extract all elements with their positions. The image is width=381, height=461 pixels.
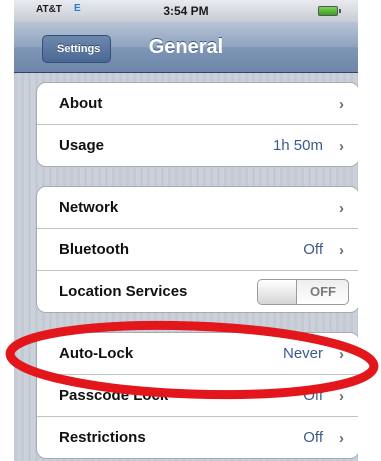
- row-restrictions[interactable]: Restrictions Off ›: [37, 417, 358, 458]
- toggle-knob[interactable]: [258, 280, 297, 304]
- settings-group-1: About › Usage 1h 50m ›: [36, 82, 358, 167]
- row-label: Auto-Lock: [59, 345, 134, 362]
- settings-group-3: Auto-Lock Never › Passcode Lock Off › Re…: [36, 332, 358, 459]
- row-value: 1h 50m: [272, 137, 323, 154]
- row-label: Restrictions: [59, 429, 146, 446]
- row-network[interactable]: Network ›: [37, 187, 358, 229]
- chevron-right-icon: ›: [339, 388, 344, 405]
- chevron-right-icon: ›: [339, 430, 344, 447]
- battery-icon: [318, 6, 341, 16]
- row-label: Network: [59, 199, 119, 216]
- settings-group-2: Network › Bluetooth Off › Location Servi…: [36, 186, 358, 313]
- row-label: About: [59, 95, 103, 112]
- row-value: Off: [303, 429, 323, 446]
- chevron-right-icon: ›: [339, 138, 344, 155]
- row-label: Usage: [59, 137, 105, 154]
- row-usage[interactable]: Usage 1h 50m ›: [37, 125, 358, 166]
- row-about[interactable]: About ›: [37, 83, 358, 125]
- toggle-state: OFF: [310, 284, 336, 299]
- row-location-services: Location Services OFF: [37, 271, 358, 312]
- row-value: Off: [303, 241, 323, 258]
- row-label: Location Services: [59, 283, 188, 300]
- row-value: Never: [282, 345, 323, 362]
- row-passcode-lock[interactable]: Passcode Lock Off ›: [37, 375, 358, 417]
- row-bluetooth[interactable]: Bluetooth Off ›: [37, 229, 358, 271]
- chevron-right-icon: ›: [339, 96, 344, 113]
- navigation-bar: Settings General: [14, 22, 358, 73]
- row-label: Passcode Lock: [59, 387, 169, 404]
- row-label: Bluetooth: [59, 241, 129, 258]
- chevron-right-icon: ›: [339, 242, 344, 259]
- chevron-right-icon: ›: [339, 200, 344, 217]
- status-bar: AT&T E 3:54 PM: [14, 0, 358, 22]
- row-auto-lock[interactable]: Auto-Lock Never ›: [37, 333, 358, 375]
- row-value: Off: [303, 387, 323, 404]
- page-title: General: [148, 36, 224, 58]
- chevron-right-icon: ›: [339, 346, 344, 363]
- location-services-toggle[interactable]: OFF: [257, 279, 349, 305]
- status-time: 3:54 PM: [163, 4, 209, 18]
- iphone-screen: AT&T E 3:54 PM Settings General About › …: [14, 0, 358, 461]
